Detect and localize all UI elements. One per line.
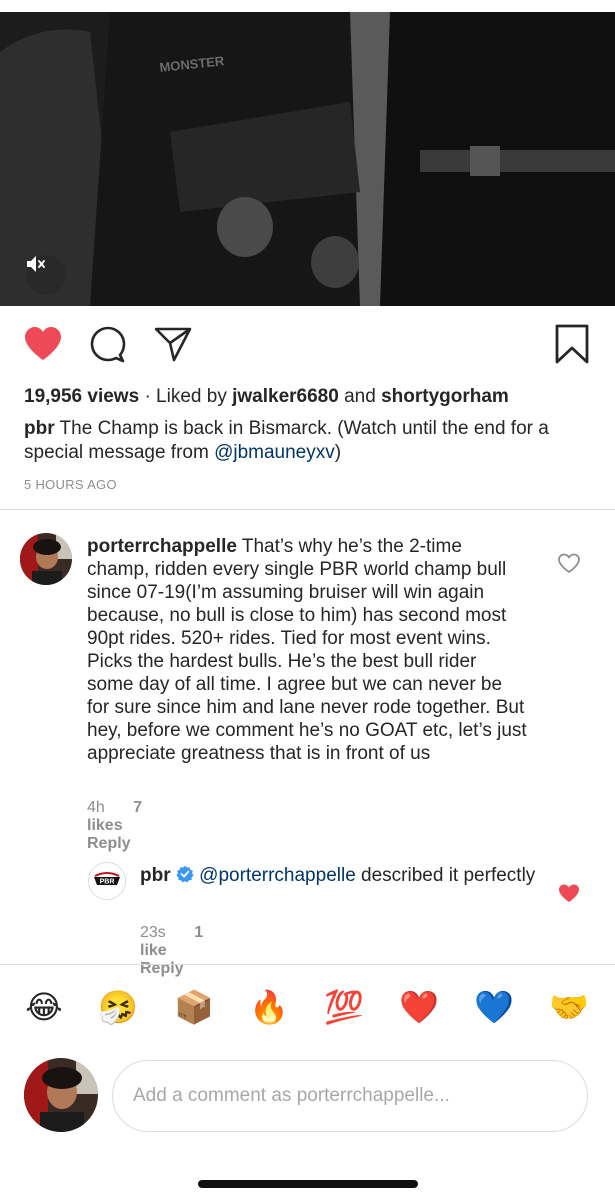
comment-button[interactable] xyxy=(86,322,130,366)
divider xyxy=(0,964,615,965)
comment-username[interactable]: pbr xyxy=(140,865,171,886)
verified-icon xyxy=(176,865,194,883)
post-caption: pbr The Champ is back in Bismarck. (Watc… xyxy=(24,417,599,465)
comment-time: 23s xyxy=(140,924,166,941)
comment-input[interactable] xyxy=(112,1060,588,1132)
avatar[interactable]: PBR xyxy=(88,862,126,900)
heart-outline-icon xyxy=(558,553,580,573)
quick-emoji-bar: 😂 🤧 📦 🔥 💯 ❤️ 💙 🤝 xyxy=(0,985,615,1031)
post-meta: 19,956 views · Liked by jwalker6680 and … xyxy=(24,385,599,492)
comment-text: described it perfectly xyxy=(361,865,536,886)
emoji-red-heart[interactable]: ❤️ xyxy=(397,985,441,1029)
emoji-fire[interactable]: 🔥 xyxy=(247,985,291,1029)
mute-icon xyxy=(27,256,45,272)
like-button[interactable] xyxy=(21,322,65,366)
comment-mention[interactable]: @porterrchappelle xyxy=(199,865,356,886)
heart-filled-icon xyxy=(559,884,579,902)
views-line: 19,956 views · Liked by jwalker6680 and … xyxy=(24,385,599,409)
dot-separator: · xyxy=(144,386,157,407)
caption-mention[interactable]: @jbmauneyxv xyxy=(214,442,335,463)
emoji-blue-heart[interactable]: 💙 xyxy=(472,985,516,1029)
comment-username[interactable]: porterrchappelle xyxy=(87,536,237,557)
liked-user-2[interactable]: shortygorham xyxy=(381,386,509,407)
reply-button[interactable]: Reply xyxy=(140,960,184,977)
emoji-laughing[interactable]: 😂 xyxy=(22,985,66,1029)
liked-user-1[interactable]: jwalker6680 xyxy=(232,386,339,407)
comment-text: That’s why he’s the 2-time champ, ridden… xyxy=(87,536,527,764)
comment-time: 4h xyxy=(87,799,105,816)
video-player[interactable]: MONSTER xyxy=(0,12,615,306)
comment-meta: 23s 1 like Reply xyxy=(140,924,208,978)
emoji-hundred[interactable]: 💯 xyxy=(322,985,366,1029)
caption-end: ) xyxy=(334,442,342,463)
post-timestamp: 5 HOURS AGO xyxy=(24,477,117,492)
comment-like-button[interactable] xyxy=(557,552,581,576)
share-icon xyxy=(154,327,192,362)
caption-username[interactable]: pbr xyxy=(24,418,55,439)
reply-button[interactable]: Reply xyxy=(87,835,131,852)
comment-icon xyxy=(90,326,126,363)
views-count[interactable]: 19,956 views xyxy=(24,386,139,407)
heart-icon xyxy=(25,327,61,360)
home-indicator[interactable] xyxy=(198,1180,418,1188)
svg-text:PBR: PBR xyxy=(100,879,115,886)
share-button[interactable] xyxy=(151,322,195,366)
status-strip xyxy=(0,0,615,12)
comment-body: pbr @porterrchappelle described it perfe… xyxy=(140,864,540,887)
comment-like-button[interactable] xyxy=(557,882,581,906)
liked-by-label: Liked by xyxy=(156,386,227,407)
comment-meta: 4h 7 likes Reply xyxy=(87,799,155,853)
pbr-logo-icon: PBR xyxy=(89,863,125,899)
comment-body: porterrchappelle That’s why he’s the 2-t… xyxy=(87,535,527,765)
post-actions xyxy=(0,322,615,370)
video-frame: MONSTER xyxy=(0,12,615,306)
save-button[interactable] xyxy=(550,322,594,366)
avatar-image xyxy=(24,1058,98,1132)
emoji-package[interactable]: 📦 xyxy=(172,985,216,1029)
liked-and: and xyxy=(344,386,376,407)
divider xyxy=(0,509,615,510)
emoji-handshake[interactable]: 🤝 xyxy=(547,985,591,1029)
bookmark-icon xyxy=(555,324,589,364)
composer-avatar xyxy=(24,1058,98,1132)
mute-button[interactable] xyxy=(26,255,66,295)
avatar[interactable] xyxy=(20,533,72,585)
emoji-sneezing[interactable]: 🤧 xyxy=(96,985,140,1029)
avatar-image xyxy=(20,533,72,585)
